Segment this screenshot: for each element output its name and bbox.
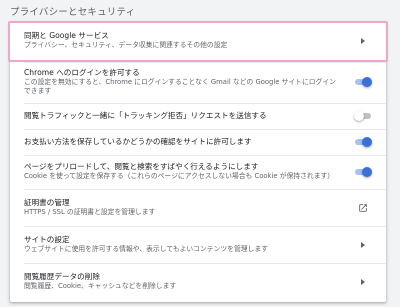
open-external-icon[interactable]	[358, 203, 368, 213]
payment-check-toggle[interactable]	[354, 137, 372, 147]
row-do-not-track: 閲覧トラフィックと一緒に「トラッキング拒否」リクエストを送信する	[10, 104, 386, 128]
row-clear-browsing-data[interactable]: 閲覧履歴データの削除 閲覧履歴、Cookie、キャッシュなどを削除します	[10, 264, 386, 300]
arrow-right-icon[interactable]	[361, 38, 365, 44]
row-title: 証明書の管理	[24, 197, 70, 207]
row-title: 同期と Google サービス	[24, 31, 109, 41]
section-title: プライバシーとセキュリティ	[10, 7, 136, 18]
row-sync-google-services[interactable]: 同期と Google サービス プライバシー、セキュリティ、データ収集に関連する…	[10, 22, 386, 60]
row-title: 閲覧履歴データの削除	[24, 272, 100, 282]
row-title: ページをプリロードして、閲覧と検索をすばやく行えるようにします	[24, 162, 259, 172]
row-title: サイトの設定	[24, 234, 70, 244]
row-subtitle-continued: できます	[24, 87, 52, 95]
do-not-track-toggle[interactable]	[354, 111, 372, 121]
row-manage-certificates[interactable]: 証明書の管理 HTTPS / SSL の証明書と設定を管理します	[10, 190, 386, 225]
privacy-settings-card: 同期と Google サービス プライバシー、セキュリティ、データ収集に関連する…	[8, 21, 388, 302]
row-subtitle: ウェブサイトに使用を許可する情報や、表示してもよいコンテンツを管理します	[24, 244, 268, 253]
row-subtitle: Cookie を使って設定を保存する（これらのページにアクセスしない場合も Co…	[24, 172, 335, 181]
arrow-right-icon[interactable]	[361, 241, 365, 248]
preload-toggle[interactable]	[354, 167, 372, 177]
row-site-settings[interactable]: サイトの設定 ウェブサイトに使用を許可する情報や、表示してもよいコンテンツを管理…	[10, 227, 386, 262]
row-subtitle: プライバシー、セキュリティ、データ収集に関連するその他の設定	[24, 41, 228, 50]
row-allow-chrome-signin: Chrome へのログインを許可する この設定を無効にすると、Chrome にロ…	[10, 63, 386, 101]
row-payment-methods-check: お支払い方法を保存しているかどうかの確認をサイトに許可します	[10, 130, 386, 154]
row-title: 閲覧トラフィックと一緒に「トラッキング拒否」リクエストを送信する	[24, 111, 267, 120]
row-title: Chrome へのログインを許可する	[24, 67, 140, 77]
row-subtitle: 閲覧履歴、Cookie、キャッシュなどを削除します	[24, 282, 177, 291]
row-subtitle: この設定を無効にすると、Chrome にログインすることなく Gmail などの…	[24, 77, 336, 86]
row-preload-pages: ページをプリロードして、閲覧と検索をすばやく行えるようにします Cookie を…	[10, 156, 386, 188]
row-subtitle: HTTPS / SSL の証明書と設定を管理します	[24, 207, 156, 216]
signin-toggle[interactable]	[354, 77, 372, 87]
row-title: お支払い方法を保存しているかどうかの確認をサイトに許可します	[24, 137, 252, 146]
arrow-right-icon[interactable]	[361, 279, 365, 285]
